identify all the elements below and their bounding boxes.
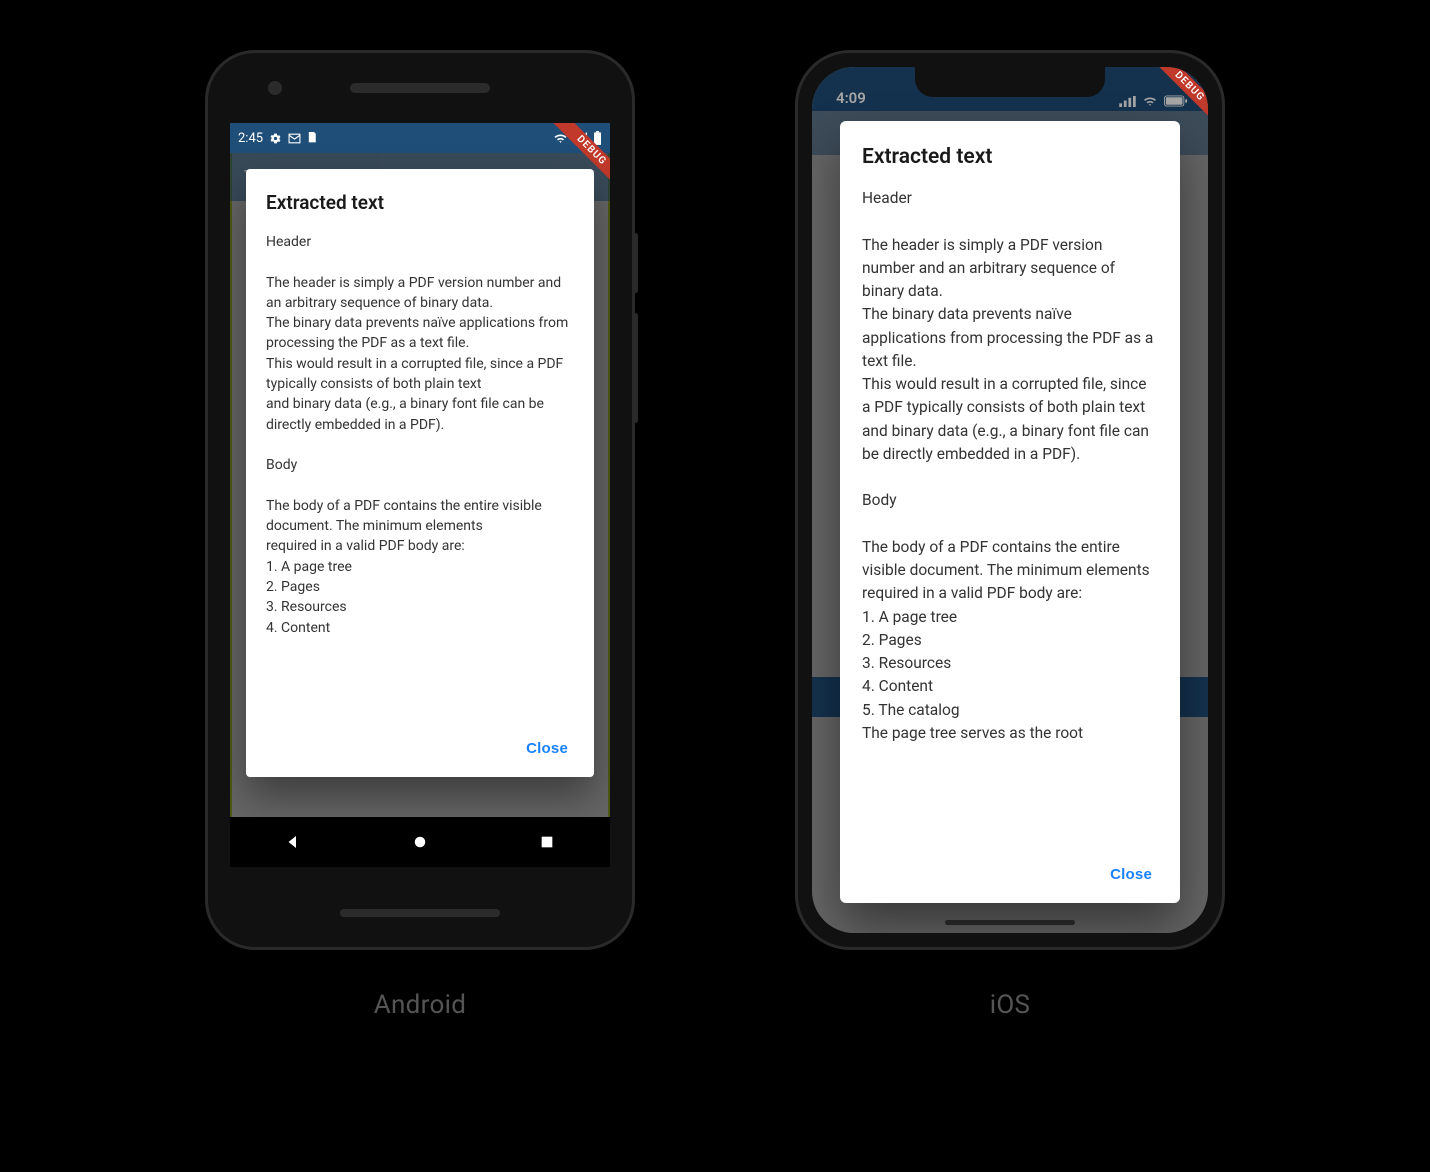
notch [915,67,1105,97]
sdcard-icon [307,132,318,145]
extracted-text-dialog: Extracted text Header The header is simp… [246,169,594,777]
dialog-title: Extracted text [266,191,574,214]
close-button[interactable]: Close [1104,858,1158,891]
dialog-actions: Close [266,724,574,765]
dialog-title: Extracted text [862,145,1158,169]
caption-ios: iOS [990,990,1031,1020]
back-button[interactable] [273,822,313,862]
recents-button[interactable] [527,822,567,862]
ios-device-frame: 4:09 DE [795,50,1225,950]
ios-screen: 4:09 DE [812,67,1208,933]
close-button[interactable]: Close [520,732,574,765]
android-screen: 2:45 [230,123,610,867]
extracted-text-dialog: Extracted text Header The header is simp… [840,121,1180,903]
android-status-bar: 2:45 [230,123,610,153]
earpiece [350,83,490,93]
status-time: 2:45 [238,131,263,146]
gear-icon [269,132,282,145]
dialog-body-text[interactable]: Header The header is simply a PDF versio… [266,232,574,724]
android-device-frame: 2:45 [205,50,635,950]
home-indicator[interactable] [945,920,1075,925]
front-camera [268,81,282,95]
power-button [633,233,638,293]
bottom-speaker [340,909,500,917]
home-button[interactable] [400,822,440,862]
dialog-body-text[interactable]: Header The header is simply a PDF versio… [862,187,1158,850]
volume-button [633,313,638,423]
caption-android: Android [374,990,466,1020]
mail-icon [288,133,301,144]
scroll-fade [862,829,1158,857]
android-nav-bar [230,817,610,867]
